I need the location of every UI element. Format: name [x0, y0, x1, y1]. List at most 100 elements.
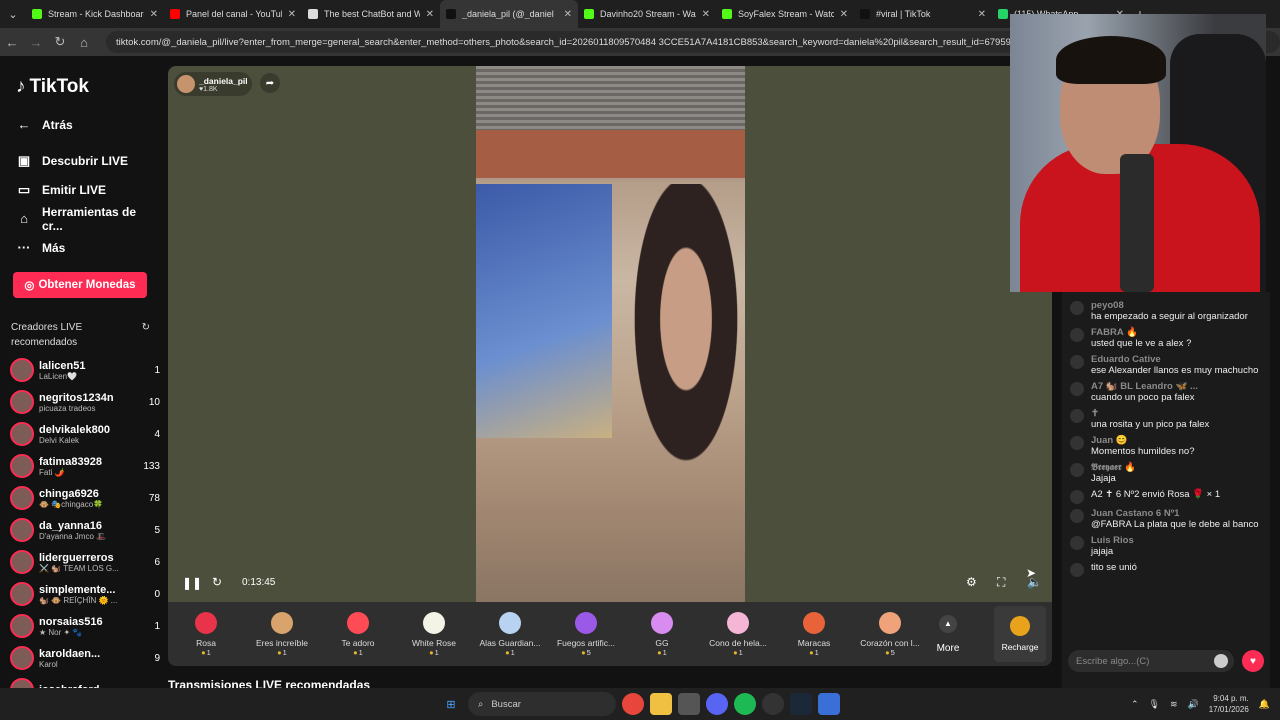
- sidebar-nav-item[interactable]: ⌂ Herramientas de cr...: [16, 204, 160, 233]
- viewer-count: 1: [154, 364, 160, 376]
- gift-item[interactable]: White Rose1: [396, 611, 472, 657]
- recommended-creator[interactable]: liderguerreros ⚔️ 🐿️ TEAM LOS G... 6: [10, 546, 160, 578]
- clock[interactable]: 9:04 p. m. 17/01/2026: [1209, 693, 1249, 715]
- chat-username[interactable]: peyo08: [1091, 300, 1261, 311]
- heart-icon[interactable]: ♥: [1242, 650, 1264, 672]
- chat-avatar[interactable]: [1070, 490, 1084, 504]
- recommended-creator[interactable]: simplemente... 🐿️ 🐵 REÏÇHÏN 🌞 ... 0: [10, 578, 160, 610]
- file-explorer-icon[interactable]: [650, 693, 672, 715]
- chat-avatar[interactable]: [1070, 536, 1084, 550]
- replay-icon[interactable]: ↻: [212, 575, 222, 589]
- recommended-creator[interactable]: negritos1234n picuaza tradeos 10: [10, 386, 160, 418]
- browser-tab[interactable]: _daniela_pil (@_daniel ✕: [440, 0, 578, 28]
- chat-input[interactable]: Escribe algo...(C): [1068, 650, 1234, 672]
- close-icon[interactable]: ✕: [288, 9, 296, 20]
- back-link[interactable]: ← Atrás: [16, 110, 160, 139]
- microphone-icon[interactable]: 🎙: [1149, 699, 1160, 710]
- chat-avatar[interactable]: [1070, 328, 1084, 342]
- windows-start-icon[interactable]: ⊞: [440, 693, 462, 715]
- recharge-button[interactable]: Recharge: [994, 606, 1046, 662]
- recommended-creator[interactable]: delvikalek800 Delvi Kalek 4: [10, 418, 160, 450]
- share-icon[interactable]: ➦: [260, 73, 280, 93]
- close-icon[interactable]: ✕: [426, 9, 434, 20]
- chat-avatar[interactable]: [1070, 436, 1084, 450]
- chat-username[interactable]: Eduardo Cative: [1091, 354, 1261, 365]
- browser-tab[interactable]: Panel del canal - YouTube ✕: [164, 0, 302, 28]
- live-video[interactable]: [476, 66, 746, 602]
- gift-item[interactable]: Maracas1: [776, 611, 852, 657]
- chat-username[interactable]: Luis Rios: [1091, 535, 1261, 546]
- notification-bell-icon[interactable]: 🔔: [1259, 699, 1270, 710]
- forward-icon[interactable]: →: [24, 35, 48, 50]
- speaker-icon[interactable]: 🔊: [1188, 699, 1199, 710]
- steam-icon[interactable]: [790, 693, 812, 715]
- chat-avatar[interactable]: [1070, 355, 1084, 369]
- close-icon[interactable]: ✕: [702, 9, 710, 20]
- browser-tab[interactable]: Stream - Kick Dashboard ✕: [26, 0, 164, 28]
- chat-avatar[interactable]: [1070, 409, 1084, 423]
- spotify-icon[interactable]: [734, 693, 756, 715]
- emoji-icon[interactable]: [1214, 654, 1228, 668]
- recommended-creator[interactable]: norsaias516 ★ Nor ✦ 🐾 1: [10, 610, 160, 642]
- sidebar-nav-item[interactable]: ··· Más: [16, 233, 160, 262]
- gift-item[interactable]: GG1: [624, 611, 700, 657]
- browser-tab[interactable]: Davinho20 Stream - Watc ✕: [578, 0, 716, 28]
- gift-item[interactable]: Eres increíble1: [244, 611, 320, 657]
- recommended-creator[interactable]: josebraford: [10, 674, 160, 688]
- recommended-creator[interactable]: fatima83928 Fati 🌶️ 133: [10, 450, 160, 482]
- close-icon[interactable]: ✕: [564, 9, 572, 20]
- back-icon[interactable]: ←: [0, 35, 24, 50]
- gift-item[interactable]: Rosa1: [168, 611, 244, 657]
- chat-username[interactable]: FABRA 🔥: [1091, 327, 1261, 338]
- pause-icon[interactable]: ❚❚: [182, 576, 202, 590]
- home-icon[interactable]: ⌂: [72, 35, 96, 50]
- obs-icon[interactable]: [762, 693, 784, 715]
- browser-tab[interactable]: SoyFalex Stream - Watch ✕: [716, 0, 854, 28]
- close-icon[interactable]: ✕: [150, 9, 158, 20]
- sidebar-nav-item[interactable]: ▭ Emitir LIVE: [16, 175, 160, 204]
- gift-item[interactable]: Corazón con l...5: [852, 611, 928, 657]
- chat-username[interactable]: A7 🐿️ BL Leandro 🦋 ...: [1091, 381, 1261, 392]
- refresh-icon[interactable]: ↻: [142, 320, 150, 350]
- gift-item[interactable]: Alas Guardian...1: [472, 611, 548, 657]
- recommended-creator[interactable]: da_yanna16 D'ayanna Jmco 🎩 5: [10, 514, 160, 546]
- get-coins-button[interactable]: ◎ Obtener Monedas: [13, 272, 147, 298]
- chat-avatar[interactable]: [1070, 463, 1084, 477]
- close-icon[interactable]: ✕: [840, 9, 848, 20]
- sidebar-nav-item[interactable]: ▣ Descubrir LIVE: [16, 146, 160, 175]
- gift-item[interactable]: Fuegos artific...5: [548, 611, 624, 657]
- creator-subtitle: D'ayanna Jmco 🎩: [39, 531, 107, 541]
- settings-icon[interactable]: ⚙: [966, 575, 977, 589]
- live-player[interactable]: _daniela_pil ♥1.8K ➦ ❚❚ ↻ 0:13:45 ⚙ ⛶ 🔈: [168, 66, 1052, 602]
- tiktok-logo[interactable]: ♪ TikTok: [16, 76, 160, 98]
- recommended-creator[interactable]: lalicen51 LaLicen🤍 1: [10, 354, 160, 386]
- chat-avatar[interactable]: [1070, 563, 1084, 577]
- calculator-icon[interactable]: [678, 693, 700, 715]
- recommended-creator[interactable]: chinga6926 🐵 🎭chingaco🍀 78: [10, 482, 160, 514]
- tab-search-icon[interactable]: ⌄: [0, 0, 26, 28]
- wifi-icon[interactable]: ≋: [1170, 699, 1178, 710]
- chat-avatar[interactable]: [1070, 301, 1084, 315]
- fullscreen-icon[interactable]: ⛶: [997, 575, 1005, 590]
- gift-item[interactable]: Te adoro1: [320, 611, 396, 657]
- close-icon[interactable]: ✕: [978, 9, 986, 20]
- more-gifts-button[interactable]: ▲ More: [928, 614, 968, 654]
- chrome-icon[interactable]: [622, 693, 644, 715]
- recommended-creator[interactable]: karoldaen... Karol 9: [10, 642, 160, 674]
- chat-avatar[interactable]: [1070, 382, 1084, 396]
- host-pill[interactable]: _daniela_pil ♥1.8K: [174, 72, 252, 96]
- chat-username[interactable]: Juan Castano 6 Nº1: [1091, 508, 1261, 519]
- gift-item[interactable]: Cono de hela...1: [700, 611, 776, 657]
- shield-app-icon[interactable]: [818, 693, 840, 715]
- discord-icon[interactable]: [706, 693, 728, 715]
- browser-tab[interactable]: #viral | TikTok ✕: [854, 0, 992, 28]
- creator-avatar: [10, 582, 34, 606]
- chat-avatar[interactable]: [1070, 509, 1084, 523]
- reload-icon[interactable]: ↻: [48, 34, 72, 50]
- taskbar-search[interactable]: ⌕ Buscar: [468, 692, 616, 716]
- chat-username[interactable]: Juan 😊: [1091, 435, 1261, 446]
- chevron-up-icon[interactable]: ⌃: [1131, 699, 1139, 710]
- chat-username[interactable]: ✝: [1091, 408, 1261, 419]
- chat-username[interactable]: 𝕭𝖗𝖊𝖞𝖆𝖊𝖗 🔥: [1091, 462, 1261, 473]
- browser-tab[interactable]: The best ChatBot and Wi ✕: [302, 0, 440, 28]
